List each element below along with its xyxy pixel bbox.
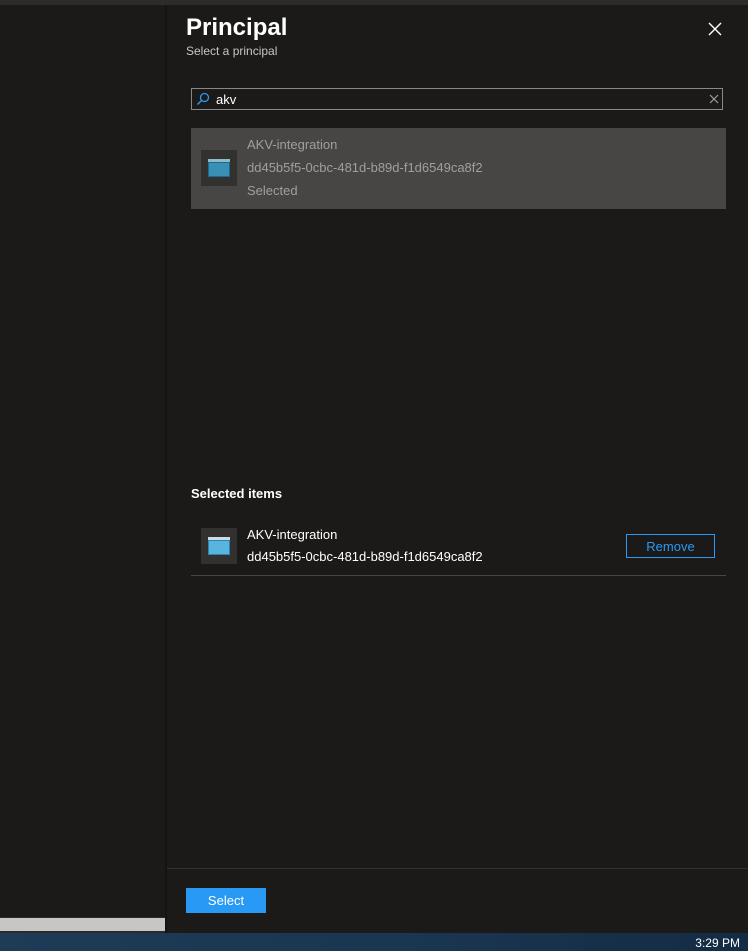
search-box[interactable]: [191, 88, 723, 110]
app-registration-icon: [201, 150, 237, 186]
search-icon: [196, 92, 210, 106]
app-registration-icon: [201, 528, 237, 564]
close-icon: [708, 22, 722, 36]
principal-panel: Principal Select a principal AKV-integra…: [167, 5, 748, 933]
result-name: AKV-integration: [247, 137, 338, 152]
select-button[interactable]: Select: [186, 888, 266, 913]
scrollbar-thumb[interactable]: [0, 918, 165, 931]
background-blade: [0, 5, 165, 917]
horizontal-scrollbar[interactable]: [0, 917, 165, 933]
page-subtitle: Select a principal: [186, 44, 278, 58]
selected-item-row: AKV-integration dd45b5f5-0cbc-481d-b89d-…: [191, 520, 726, 576]
selected-items-heading: Selected items: [191, 486, 283, 501]
result-status: Selected: [247, 183, 298, 198]
search-result-item[interactable]: AKV-integration dd45b5f5-0cbc-481d-b89d-…: [191, 128, 726, 209]
remove-button[interactable]: Remove: [626, 534, 715, 558]
close-button[interactable]: [703, 17, 727, 41]
selected-item-id: dd45b5f5-0cbc-481d-b89d-f1d6549ca8f2: [247, 549, 483, 564]
selected-item-name: AKV-integration: [247, 527, 338, 542]
search-input[interactable]: [216, 90, 696, 108]
footer-divider: [167, 868, 748, 869]
taskbar: 3:29 PM: [0, 933, 748, 951]
page-title: Principal: [186, 14, 288, 41]
result-id: dd45b5f5-0cbc-481d-b89d-f1d6549ca8f2: [247, 160, 483, 175]
taskbar-clock[interactable]: 3:29 PM: [695, 936, 740, 950]
clear-icon[interactable]: [708, 93, 720, 105]
